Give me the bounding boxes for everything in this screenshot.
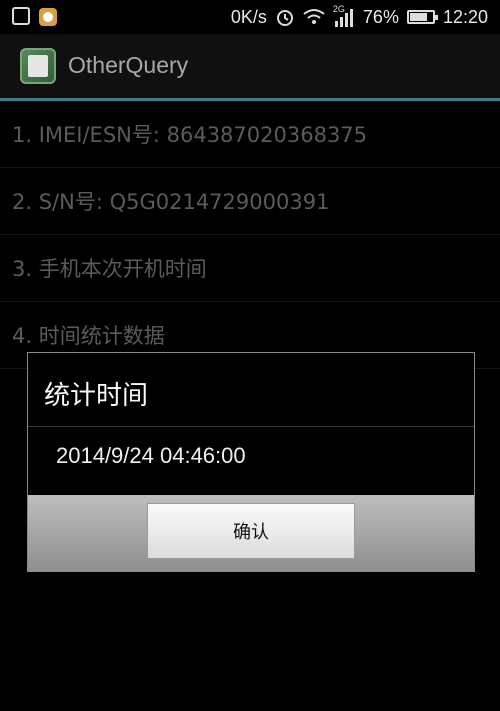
app-icon[interactable] (20, 48, 56, 84)
clock: 12:20 (442, 6, 488, 27)
network-type-label: 2G (332, 4, 345, 14)
confirm-button[interactable]: 确认 (147, 503, 355, 559)
image-notification-icon (12, 7, 30, 25)
signal-group: 2G (332, 4, 355, 28)
battery-percent: 76% (362, 6, 399, 27)
wifi-icon (303, 9, 325, 24)
screen: 0K/s 2G 76% 12:20 OtherQuery 1. IMEI/ESN… (0, 0, 500, 711)
stat-time-dialog: 统计时间 2014/9/24 04:46:00 确认 (27, 352, 475, 572)
app-notification-icon (39, 8, 57, 26)
dialog-message: 2014/9/24 04:46:00 (56, 443, 246, 468)
battery-icon (406, 10, 438, 24)
confirm-button-label: 确认 (233, 522, 269, 543)
battery-fill (409, 13, 427, 21)
network-speed: 0K/s (230, 6, 267, 27)
alarm-icon (276, 10, 293, 26)
app-title: OtherQuery (68, 52, 189, 78)
status-bar: 0K/s 2G 76% 12:20 (0, 0, 500, 34)
status-bar-right: 0K/s 2G 76% 12:20 (231, 0, 488, 34)
dialog-button-bar: 确认 (28, 495, 474, 571)
dialog-title: 统计时间 (44, 381, 149, 411)
dialog-divider (28, 426, 474, 427)
status-bar-left (12, 7, 58, 27)
app-icon-paper (28, 55, 48, 77)
action-bar: OtherQuery (0, 34, 500, 98)
